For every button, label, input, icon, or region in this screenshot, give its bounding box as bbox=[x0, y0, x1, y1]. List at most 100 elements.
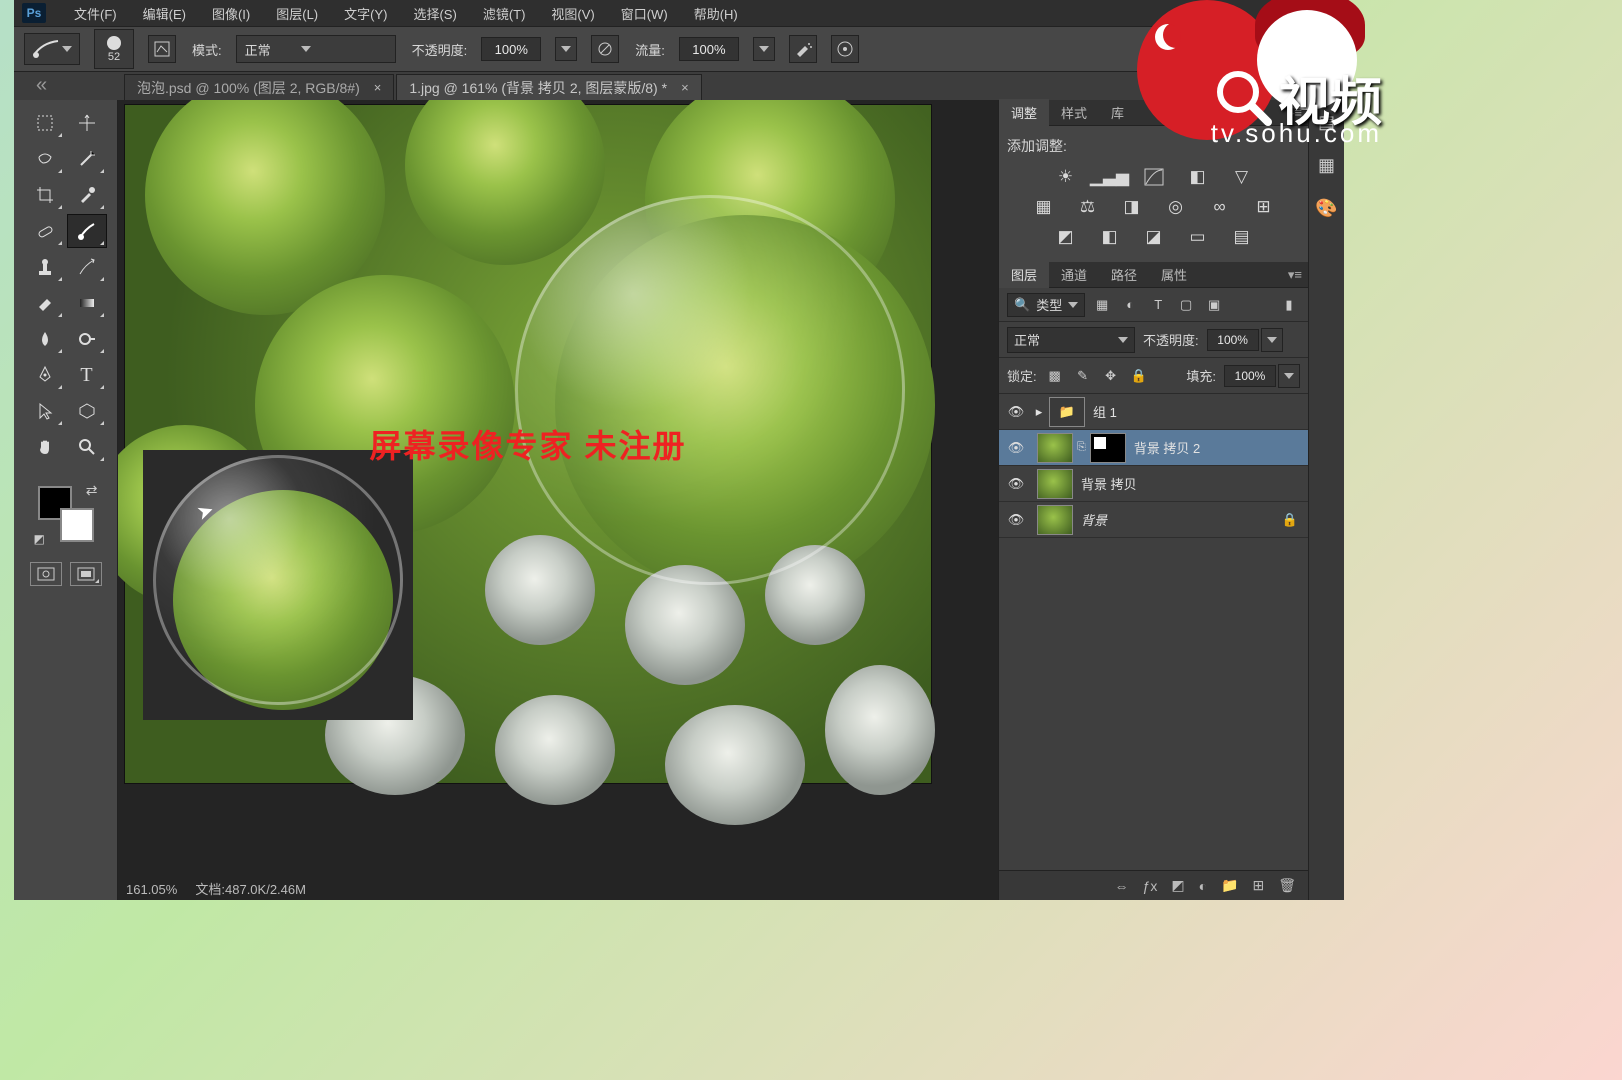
type-tool[interactable]: T bbox=[67, 358, 107, 392]
panel-menu-icon[interactable]: ▾≡ bbox=[1288, 267, 1302, 283]
layer-thumbnail[interactable] bbox=[1037, 433, 1073, 463]
layer-thumbnail[interactable] bbox=[1037, 505, 1073, 535]
spot-heal-tool[interactable] bbox=[25, 214, 65, 248]
menu-window[interactable]: 窗口(W) bbox=[611, 2, 678, 25]
visibility-toggle[interactable]: 👁 bbox=[999, 476, 1033, 492]
layer-name[interactable]: 背景 bbox=[1077, 510, 1282, 529]
tab-styles[interactable]: 样式 bbox=[1049, 99, 1099, 126]
zoom-status[interactable]: 161.05% bbox=[126, 882, 177, 897]
eyedropper-tool[interactable] bbox=[67, 178, 107, 212]
dodge-tool[interactable] bbox=[67, 322, 107, 356]
filter-smart-icon[interactable]: ▣ bbox=[1203, 294, 1225, 316]
new-group-button[interactable]: 📁 bbox=[1221, 877, 1238, 894]
screen-mode-toggle[interactable] bbox=[70, 562, 102, 586]
gradient-map-adjust[interactable]: ▭ bbox=[1185, 226, 1211, 248]
shape-tool[interactable] bbox=[67, 394, 107, 428]
tab-channels[interactable]: 通道 bbox=[1049, 261, 1099, 288]
layer-thumbnail[interactable] bbox=[1037, 469, 1073, 499]
selective-color-adjust[interactable]: ▤ bbox=[1229, 226, 1255, 248]
layer-style-button[interactable]: ƒx bbox=[1143, 878, 1158, 894]
exposure-adjust[interactable]: ◧ bbox=[1185, 166, 1211, 188]
brush-preset-picker[interactable]: 52 bbox=[94, 29, 134, 69]
opacity-stepper[interactable] bbox=[555, 37, 577, 61]
lock-position-icon[interactable]: ✥ bbox=[1101, 366, 1121, 386]
tool-indicator[interactable] bbox=[24, 33, 80, 65]
layer-name[interactable]: 背景 拷贝 2 bbox=[1130, 438, 1308, 457]
filter-pixel-icon[interactable]: ▦ bbox=[1091, 294, 1113, 316]
document-tab-1[interactable]: 泡泡.psd @ 100% (图层 2, RGB/8#) × bbox=[124, 74, 394, 100]
tab-libraries[interactable]: 库 bbox=[1099, 99, 1136, 126]
menu-image[interactable]: 图像(I) bbox=[202, 2, 260, 25]
path-select-tool[interactable] bbox=[25, 394, 65, 428]
crop-tool[interactable] bbox=[25, 178, 65, 212]
layer-kind-dropdown[interactable]: 🔍 类型 bbox=[1007, 293, 1085, 317]
channel-mixer-adjust[interactable]: ∞ bbox=[1207, 196, 1233, 218]
visibility-toggle[interactable]: 👁 bbox=[999, 440, 1033, 456]
flow-stepper[interactable] bbox=[753, 37, 775, 61]
layer-row[interactable]: 👁 背景 拷贝 bbox=[999, 466, 1308, 502]
opacity-input[interactable] bbox=[481, 37, 541, 61]
menu-type[interactable]: 文字(Y) bbox=[334, 2, 397, 25]
curves-adjust[interactable] bbox=[1141, 166, 1167, 188]
document-canvas[interactable]: ➤ 屏幕录像专家 未注册 bbox=[124, 104, 932, 784]
color-lookup-adjust[interactable]: ⊞ bbox=[1251, 196, 1277, 218]
layer-opacity-input[interactable] bbox=[1207, 329, 1259, 351]
color-balance-adjust[interactable]: ⚖ bbox=[1075, 196, 1101, 218]
filter-shape-icon[interactable]: ▢ bbox=[1175, 294, 1197, 316]
close-icon[interactable]: × bbox=[374, 80, 382, 95]
stamp-tool[interactable] bbox=[25, 250, 65, 284]
new-adjustment-button[interactable]: ◐ bbox=[1199, 878, 1207, 894]
pressure-opacity-toggle[interactable] bbox=[591, 35, 619, 63]
invert-adjust[interactable]: ◩ bbox=[1053, 226, 1079, 248]
threshold-adjust[interactable]: ◪ bbox=[1141, 226, 1167, 248]
color-panel-icon[interactable]: 🎨 bbox=[1315, 198, 1337, 219]
lock-pixels-icon[interactable]: ✎ bbox=[1073, 366, 1093, 386]
menu-file[interactable]: 文件(F) bbox=[64, 2, 127, 25]
move-tool-alt[interactable] bbox=[67, 106, 107, 140]
blur-tool[interactable] bbox=[25, 322, 65, 356]
link-layers-button[interactable]: ⇔ bbox=[1115, 878, 1129, 894]
layer-name[interactable]: 组 1 bbox=[1089, 402, 1308, 421]
layer-fill-stepper[interactable] bbox=[1278, 364, 1300, 388]
blend-mode-dropdown[interactable]: 正常 bbox=[236, 35, 396, 63]
filter-adjust-icon[interactable]: ◐ bbox=[1119, 294, 1141, 316]
hue-sat-adjust[interactable]: ▦ bbox=[1031, 196, 1057, 218]
magic-wand-tool[interactable] bbox=[67, 142, 107, 176]
layer-blend-dropdown[interactable]: 正常 bbox=[1007, 327, 1135, 353]
vibrance-adjust[interactable]: ▽ bbox=[1229, 166, 1255, 188]
new-layer-button[interactable]: ⊞ bbox=[1252, 877, 1264, 894]
document-tab-2[interactable]: 1.jpg @ 161% (背景 拷贝 2, 图层蒙版/8) * × bbox=[396, 74, 701, 100]
visibility-toggle[interactable]: 👁 bbox=[999, 404, 1033, 420]
layer-row-selected[interactable]: 👁 ⎘ 背景 拷贝 2 bbox=[999, 430, 1308, 466]
close-icon[interactable]: × bbox=[681, 80, 689, 95]
swap-colors-icon[interactable]: ⇄ bbox=[86, 482, 98, 499]
menu-edit[interactable]: 编辑(E) bbox=[133, 2, 196, 25]
tab-layers[interactable]: 图层 bbox=[999, 261, 1049, 288]
collapse-toolbar-button[interactable]: « bbox=[36, 74, 47, 97]
photo-filter-adjust[interactable]: ◎ bbox=[1163, 196, 1189, 218]
background-color[interactable] bbox=[60, 508, 94, 542]
brush-tool[interactable] bbox=[67, 214, 107, 248]
flow-input[interactable] bbox=[679, 37, 739, 61]
swatches-panel-icon[interactable]: ▦ bbox=[1318, 155, 1335, 176]
layer-row-background[interactable]: 👁 背景 🔒 bbox=[999, 502, 1308, 538]
move-tool[interactable] bbox=[25, 106, 65, 140]
brush-panel-toggle[interactable] bbox=[148, 35, 176, 63]
brightness-adjust[interactable]: ☀ bbox=[1053, 166, 1079, 188]
zoom-tool[interactable] bbox=[67, 430, 107, 464]
hand-tool[interactable] bbox=[25, 430, 65, 464]
menu-help[interactable]: 帮助(H) bbox=[684, 2, 748, 25]
layer-fill-input[interactable] bbox=[1224, 365, 1276, 387]
canvas-area[interactable]: ➤ 屏幕录像专家 未注册 161.05% 文档:487.0K/2.46M bbox=[118, 100, 998, 900]
posterize-adjust[interactable]: ◧ bbox=[1097, 226, 1123, 248]
menu-select[interactable]: 选择(S) bbox=[403, 2, 466, 25]
add-mask-button[interactable]: ◩ bbox=[1171, 877, 1184, 894]
expand-icon[interactable]: ▸ bbox=[1033, 404, 1045, 420]
airbrush-toggle[interactable] bbox=[789, 35, 817, 63]
tab-properties[interactable]: 属性 bbox=[1149, 261, 1199, 288]
levels-adjust[interactable]: ▁▃▅ bbox=[1097, 166, 1123, 188]
lasso-tool[interactable] bbox=[25, 142, 65, 176]
pen-tool[interactable] bbox=[25, 358, 65, 392]
lock-all-icon[interactable]: 🔒 bbox=[1129, 366, 1149, 386]
layer-opacity-stepper[interactable] bbox=[1261, 328, 1283, 352]
